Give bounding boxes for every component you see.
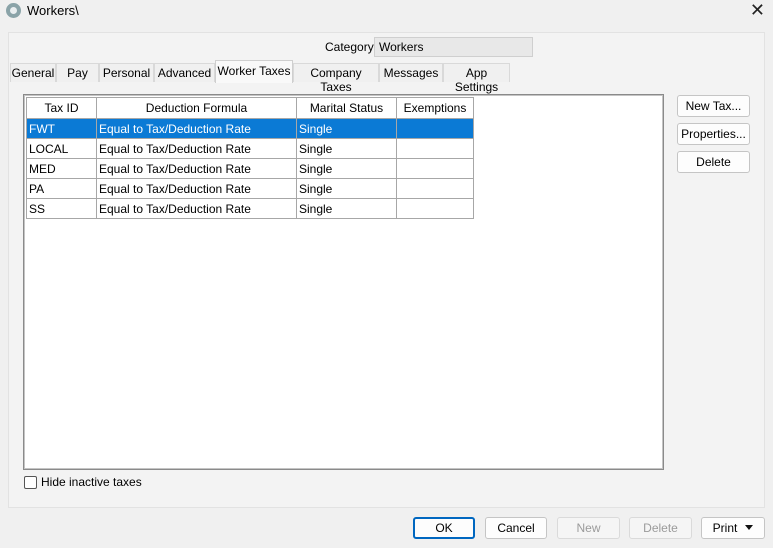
column-header-tax-id[interactable]: Tax ID xyxy=(26,97,97,119)
cell-deduction-formula: Equal to Tax/Deduction Rate xyxy=(96,178,297,199)
delete-tax-button[interactable]: Delete xyxy=(677,151,750,173)
tab-advanced[interactable]: Advanced xyxy=(154,63,215,82)
cell-tax-id: SS xyxy=(26,198,97,219)
properties-button[interactable]: Properties... xyxy=(677,123,750,145)
cell-tax-id: FWT xyxy=(26,118,97,139)
tab-app-settings[interactable]: App Settings xyxy=(443,63,510,94)
hide-inactive-row: Hide inactive taxes xyxy=(24,475,142,489)
dropdown-caret-icon xyxy=(745,525,754,530)
tab-worker-taxes[interactable]: Worker Taxes xyxy=(215,60,293,83)
column-header-marital-status[interactable]: Marital Status xyxy=(296,97,397,119)
cell-marital-status: Single xyxy=(296,158,397,179)
app-icon xyxy=(6,3,21,18)
cancel-button[interactable]: Cancel xyxy=(485,517,547,539)
taxes-table: Tax ID Deduction Formula Marital Status … xyxy=(26,97,474,219)
new-tax-button[interactable]: New Tax... xyxy=(677,95,750,117)
cell-tax-id: LOCAL xyxy=(26,138,97,159)
tab-personal[interactable]: Personal xyxy=(99,63,154,82)
table-row[interactable]: PA Equal to Tax/Deduction Rate Single xyxy=(26,178,474,199)
ok-button[interactable]: OK xyxy=(413,517,475,539)
hide-inactive-label[interactable]: Hide inactive taxes xyxy=(41,475,142,489)
column-header-deduction-formula[interactable]: Deduction Formula xyxy=(96,97,297,119)
category-field: Workers xyxy=(374,37,533,57)
table-row[interactable]: SS Equal to Tax/Deduction Rate Single xyxy=(26,198,474,219)
cell-deduction-formula: Equal to Tax/Deduction Rate xyxy=(96,158,297,179)
cell-deduction-formula: Equal to Tax/Deduction Rate xyxy=(96,198,297,219)
column-header-exemptions[interactable]: Exemptions xyxy=(396,97,474,119)
cell-deduction-formula: Equal to Tax/Deduction Rate xyxy=(96,138,297,159)
table-header-row: Tax ID Deduction Formula Marital Status … xyxy=(26,97,474,119)
print-label: Print xyxy=(712,521,738,535)
cell-exemptions xyxy=(396,178,474,199)
cell-marital-status: Single xyxy=(296,198,397,219)
cell-exemptions xyxy=(396,198,474,219)
tab-company-taxes[interactable]: Company Taxes xyxy=(293,63,379,94)
hide-inactive-checkbox[interactable] xyxy=(24,475,37,489)
cell-exemptions xyxy=(396,118,474,139)
new-button[interactable]: New xyxy=(557,517,620,539)
cell-exemptions xyxy=(396,158,474,179)
category-label: Category: xyxy=(325,40,378,54)
cell-deduction-formula: Equal to Tax/Deduction Rate xyxy=(96,118,297,139)
print-button[interactable]: Print xyxy=(701,517,765,539)
cell-marital-status: Single xyxy=(296,118,397,139)
close-icon[interactable]: ✕ xyxy=(750,0,765,20)
tab-pay[interactable]: Pay xyxy=(56,63,99,82)
tab-messages[interactable]: Messages xyxy=(379,63,443,82)
table-row[interactable]: LOCAL Equal to Tax/Deduction Rate Single xyxy=(26,138,474,159)
cell-tax-id: PA xyxy=(26,178,97,199)
taxes-grid[interactable]: Tax ID Deduction Formula Marital Status … xyxy=(23,94,664,470)
cell-exemptions xyxy=(396,138,474,159)
table-row[interactable]: MED Equal to Tax/Deduction Rate Single xyxy=(26,158,474,179)
delete-button[interactable]: Delete xyxy=(629,517,692,539)
window-title: Workers\ xyxy=(27,3,79,18)
tab-general[interactable]: General xyxy=(10,63,56,82)
cell-marital-status: Single xyxy=(296,178,397,199)
cell-tax-id: MED xyxy=(26,158,97,179)
title-bar: Workers\ ✕ xyxy=(0,0,773,22)
table-row[interactable]: FWT Equal to Tax/Deduction Rate Single xyxy=(26,118,474,139)
cell-marital-status: Single xyxy=(296,138,397,159)
